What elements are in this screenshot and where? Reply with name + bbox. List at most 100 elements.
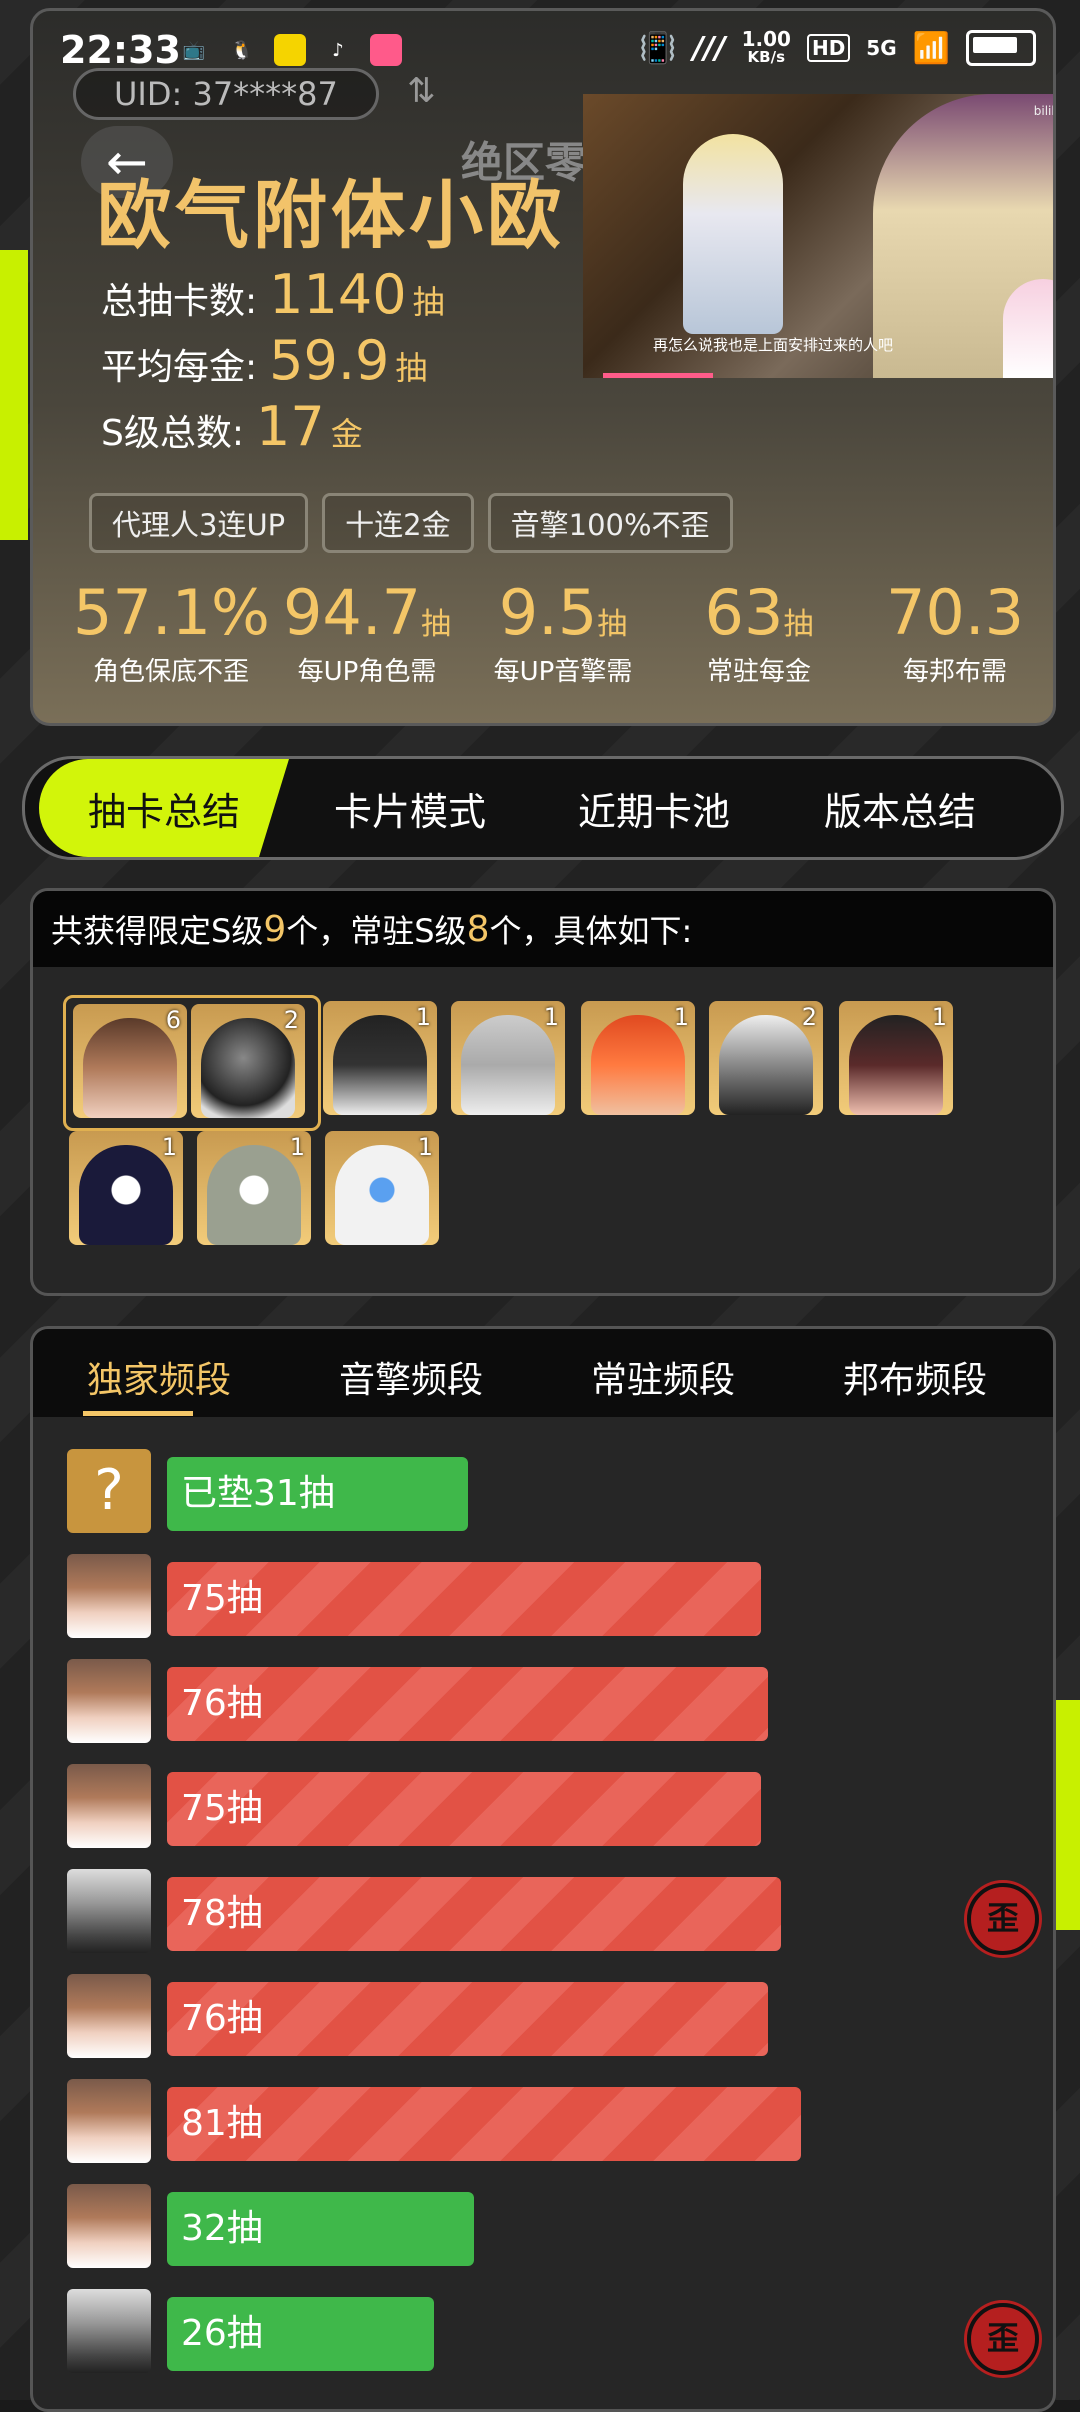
active-tab-indicator <box>83 1411 193 1416</box>
tab-standard-channel[interactable]: 常驻频段 <box>591 1351 735 1403</box>
pull-count-bar: 75抽 <box>167 1772 761 1846</box>
metric-value: 94.7 <box>282 576 422 649</box>
tab-recent-banners[interactable]: 近期卡池 <box>529 759 779 857</box>
battery-icon <box>966 30 1036 66</box>
metric-unit: 抽 <box>783 607 814 642</box>
tab-version-summary[interactable]: 版本总结 <box>775 759 1025 857</box>
character-black-hair-icon <box>333 1015 427 1115</box>
engine-orb-icon <box>201 1018 295 1118</box>
page-title: 欧气附体小欧 <box>97 173 565 259</box>
character-white-hair-avatar <box>67 1869 151 1953</box>
bangboo-dark-icon <box>79 1145 173 1245</box>
pull-count-bar: 78抽 <box>167 1877 781 1951</box>
s-total-row: S级总数: 17 金 <box>101 395 363 458</box>
character-brown-hair-avatar <box>67 1554 151 1638</box>
s-rank-card[interactable]: 1 <box>197 1131 311 1245</box>
metrics-row: 57.1% 角色保底不歪 94.7抽 每UP角色需 9.5抽 每UP音擎需 63… <box>73 576 1053 688</box>
pull-record-row[interactable]: 81抽 <box>67 2079 1047 2165</box>
total-pulls-value: 1140 <box>269 263 407 326</box>
video-subtitle: 再怎么说我也是上面安排过来的人吧 <box>653 336 894 354</box>
hd-icon: HD <box>806 34 851 62</box>
qq-icon: 🐧 <box>230 39 254 61</box>
total-pulls-row: 总抽卡数: 1140 抽 <box>101 263 445 326</box>
wifi-icon: 📶 <box>912 30 950 66</box>
system-indicators: 📳 /// 1.00 KB/s HD 5G 📶 <box>639 27 1036 66</box>
pull-record-row[interactable]: 32抽 <box>67 2184 1047 2270</box>
summary-text: 个，具体如下: <box>489 912 693 950</box>
obtained-count-badge: 1 <box>289 1133 305 1161</box>
character-brown-hair-avatar <box>67 2079 151 2163</box>
pull-record-row[interactable]: 76抽 <box>67 1659 1047 1745</box>
s-rank-card[interactable]: 6 <box>73 1004 187 1118</box>
character-brown-hair-avatar <box>67 1974 151 2058</box>
pull-count-bar: 26抽 <box>167 2297 434 2371</box>
achievement-tags: 代理人3连UP 十连2金 音擎100%不歪 <box>89 493 733 553</box>
metric-label: 每UP角色需 <box>297 657 437 687</box>
metric-item: 94.7抽 每UP角色需 <box>269 576 465 688</box>
obtained-count-badge: 2 <box>283 1006 299 1034</box>
notification-icons: 📺 🐧 ♪ <box>178 34 402 66</box>
obtained-count-badge: 1 <box>417 1133 433 1161</box>
s-rank-card[interactable]: 1 <box>451 1001 565 1115</box>
pull-record-row[interactable]: 78抽 歪 <box>67 1869 1047 1955</box>
tab-w-engine-channel[interactable]: 音擎频段 <box>339 1351 483 1403</box>
bilibili-icon: 📺 <box>182 39 206 61</box>
video-progress-bar[interactable] <box>603 373 713 378</box>
pull-count-bar: 已垫31抽 <box>167 1457 468 1531</box>
tab-card-mode[interactable]: 卡片模式 <box>285 759 535 857</box>
avg-per-gold-value: 59.9 <box>269 329 390 392</box>
obtained-count-badge: 1 <box>415 1003 431 1031</box>
s-total-unit: 金 <box>330 415 363 453</box>
lost-5050-badge-icon: 歪 <box>967 1883 1039 1955</box>
pull-count-bar: 81抽 <box>167 2087 801 2161</box>
s-rank-card[interactable]: 1 <box>323 1001 437 1115</box>
metric-item: 70.3 每邦布需 <box>857 576 1053 688</box>
app-notification-icon <box>370 34 402 66</box>
s-rank-card[interactable]: 1 <box>839 1001 953 1115</box>
s-rank-card[interactable]: 1 <box>69 1131 183 1245</box>
metric-value: 9.5 <box>498 576 598 649</box>
s-rank-card[interactable]: 1 <box>325 1131 439 1245</box>
pull-record-row[interactable]: 26抽 歪 <box>67 2289 1047 2375</box>
metric-item: 63抽 常驻每金 <box>661 576 857 688</box>
achievement-tag: 音擎100%不歪 <box>487 493 733 553</box>
s-rank-card[interactable]: 2 <box>709 1001 823 1115</box>
floating-video-player[interactable]: bilibili 再怎么说我也是上面安排过来的人吧 <box>583 94 1053 378</box>
metric-label: 常驻每金 <box>706 657 811 687</box>
total-pulls-label: 总抽卡数: <box>101 281 258 322</box>
app-notification-icon <box>274 34 306 66</box>
avg-per-gold-label: 平均每金: <box>101 347 258 388</box>
summary-text: 个，常驻S级 <box>286 912 467 950</box>
obtained-count-badge: 1 <box>161 1133 177 1161</box>
gacha-summary-card: UID: 37****87 ⇅ ← 绝区零 欧气附体小欧 总抽卡数: 1140 抽 … <box>30 8 1056 726</box>
character-white-hair-icon <box>719 1015 813 1115</box>
tab-exclusive-channel[interactable]: 独家频段 <box>87 1351 231 1403</box>
pull-record-row[interactable]: 75抽 <box>67 1764 1047 1850</box>
pull-count-bar: 76抽 <box>167 1982 768 2056</box>
s-rank-card[interactable]: 1 <box>581 1001 695 1115</box>
avg-per-gold-unit: 抽 <box>395 349 428 387</box>
network-speed: 1.00 KB/s <box>741 27 791 66</box>
pull-record-row[interactable]: 75抽 <box>67 1554 1047 1640</box>
metric-item: 57.1% 角色保底不歪 <box>73 576 270 688</box>
pending-question-icon: ? <box>67 1449 151 1533</box>
s-total-value: 17 <box>255 395 325 458</box>
obtained-count-badge: 1 <box>543 1003 559 1031</box>
limited-s-count: 9 <box>263 908 287 950</box>
video-brand-logo: bilibili <box>1033 104 1053 118</box>
summary-headline: 共获得限定S级 9 个，常驻S级 8 个，具体如下: <box>33 891 1053 967</box>
tab-gacha-summary[interactable]: 抽卡总结 <box>39 759 289 857</box>
frequency-tab-bar: 独家频段 音擎频段 常驻频段 邦布频段 <box>33 1329 1053 1417</box>
pull-record-row[interactable]: 76抽 <box>67 1974 1047 2060</box>
tiktok-icon: ♪ <box>332 39 344 61</box>
metric-value: 57.1% <box>73 576 270 649</box>
tab-bangboo-channel[interactable]: 邦布频段 <box>843 1351 987 1403</box>
accent-bar-left <box>0 250 28 540</box>
network-speed-value: 1.00 <box>741 27 791 51</box>
video-character-left <box>683 134 783 334</box>
summary-text: 共获得限定S级 <box>51 912 264 950</box>
pull-record-row[interactable]: ? 已垫31抽 <box>67 1449 1047 1535</box>
standard-s-count: 8 <box>466 908 490 950</box>
clock: 22:33 <box>60 28 181 72</box>
s-rank-card[interactable]: 2 <box>191 1004 305 1118</box>
